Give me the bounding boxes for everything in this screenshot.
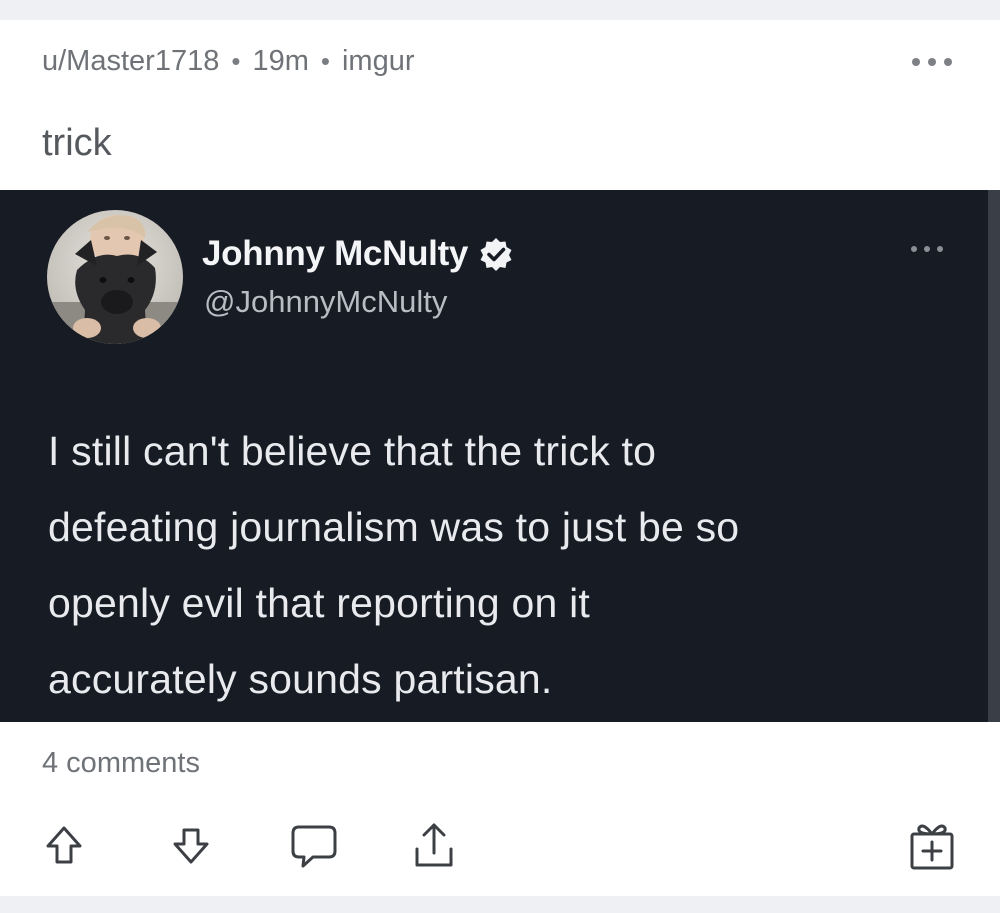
post-source[interactable]: imgur xyxy=(342,45,415,78)
tweet-text-line: I still can't believe that the trick to xyxy=(48,428,657,474)
avatar-photo xyxy=(47,210,183,344)
post-author[interactable]: u/Master1718 xyxy=(42,45,219,78)
more-options-button[interactable] xyxy=(912,52,952,72)
avatar xyxy=(47,210,183,344)
tweet-text: I still can't believe that the trick to … xyxy=(48,413,968,717)
share-button[interactable] xyxy=(406,816,462,876)
more-horizontal-icon xyxy=(912,58,920,66)
tweet-text-line: openly evil that reporting on it xyxy=(48,580,591,626)
comments-count[interactable]: 4 comments xyxy=(42,747,200,780)
verified-badge-icon xyxy=(480,238,512,271)
award-gift-icon xyxy=(910,824,954,870)
award-button[interactable] xyxy=(904,816,960,876)
share-icon xyxy=(415,823,453,867)
tweet-display-name: Johnny McNulty xyxy=(202,234,469,273)
tweet-text-line: accurately sounds partisan. xyxy=(48,656,553,702)
upvote-button[interactable] xyxy=(36,816,92,876)
comment-bubble-icon xyxy=(291,825,337,868)
post-meta: u/Master1718 • 19m • imgur xyxy=(42,44,414,78)
downvote-button[interactable] xyxy=(163,816,219,876)
tweet-more-icon xyxy=(911,246,943,254)
meta-separator: • xyxy=(231,45,241,76)
post-image[interactable]: Johnny McNulty @JohnnyMcNulty I still ca… xyxy=(0,190,1000,722)
upvote-arrow-icon xyxy=(46,826,82,864)
tweet-handle: @JohnnyMcNulty xyxy=(204,284,448,319)
action-bar xyxy=(0,816,1000,878)
tweet-text-line: defeating journalism was to just be so xyxy=(48,504,740,550)
post-age: 19m xyxy=(252,44,309,77)
post-title[interactable]: trick xyxy=(42,122,112,165)
image-edge xyxy=(988,190,1000,722)
post-card[interactable]: u/Master1718 • 19m • imgur trick Johnny … xyxy=(0,20,1000,896)
meta-separator: • xyxy=(320,45,330,76)
tweet-author: Johnny McNulty xyxy=(202,234,514,274)
comment-button[interactable] xyxy=(286,816,342,876)
downvote-arrow-icon xyxy=(173,828,209,864)
